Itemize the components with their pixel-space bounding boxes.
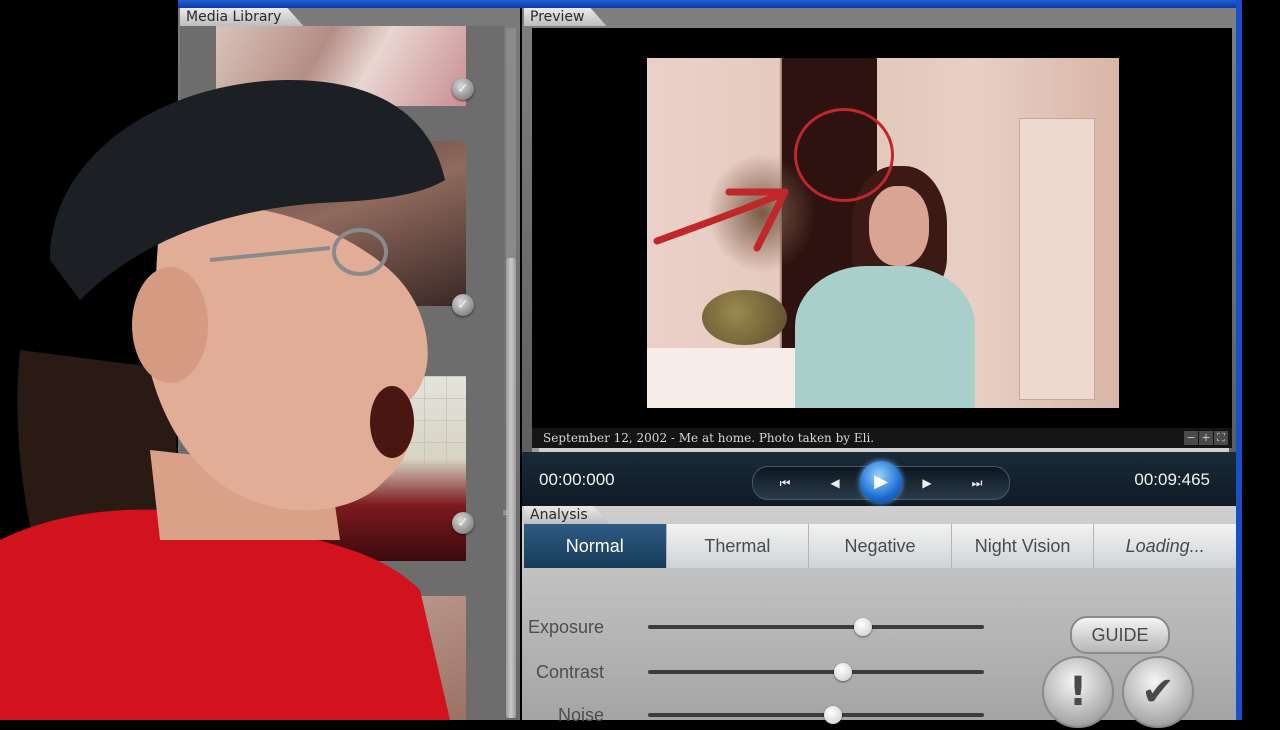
checkmark-icon[interactable]: ✓ — [452, 294, 474, 316]
presenter-shirt — [0, 509, 450, 720]
exposure-label: Exposure — [527, 617, 604, 637]
alert-button[interactable]: ! — [1042, 656, 1114, 728]
contrast-label: Contrast — [535, 662, 604, 682]
exposure-slider-knob[interactable] — [854, 618, 873, 636]
window-frame-right — [1236, 0, 1242, 720]
window-frame-top — [178, 0, 1240, 8]
webcam-overlay — [0, 80, 450, 720]
zoom-controls: − + ⛶ — [1184, 431, 1228, 445]
tab-night-vision[interactable]: Night Vision — [952, 524, 1095, 568]
contrast-slider[interactable] — [648, 663, 984, 681]
analysis-panel: Analysis Normal Thermal Negative Night V… — [522, 506, 1236, 728]
presenter-ear — [132, 267, 208, 383]
preview-photo — [647, 58, 1119, 408]
noise-label: Noise — [557, 705, 604, 725]
analysis-mode-tabs: Normal Thermal Negative Night Vision Loa… — [524, 524, 1236, 568]
noise-slider[interactable] — [648, 706, 984, 724]
confirm-button[interactable]: ✔ — [1122, 656, 1194, 728]
tab-loading[interactable]: Loading... — [1094, 524, 1236, 568]
preview-title: Preview — [524, 8, 607, 26]
contrast-row: Contrast — [522, 657, 1002, 687]
scrollbar-thumb[interactable] — [506, 258, 516, 718]
tab-thermal[interactable]: Thermal — [667, 524, 810, 568]
checkmark-icon[interactable]: ✓ — [452, 78, 474, 100]
playback-controls: ⏮ ◀ ▶ ▶ ⏭ — [752, 461, 1010, 503]
noise-slider-knob[interactable] — [823, 706, 842, 724]
exposure-slider[interactable] — [648, 618, 984, 636]
play-button[interactable]: ▶ — [860, 461, 902, 503]
red-arrow-annotation — [653, 188, 789, 252]
contrast-slider-knob[interactable] — [833, 663, 852, 681]
analysis-title: Analysis — [524, 506, 610, 524]
preview-screen — [532, 28, 1232, 428]
photo-caption-bar: September 12, 2002 - Me at home. Photo t… — [532, 428, 1232, 448]
skip-forward-icon[interactable]: ⏭ — [959, 471, 995, 495]
preview-panel: Preview September 12, 2002 - Me at home.… — [522, 8, 1236, 502]
transport-bar: 00:00:000 ⏮ ◀ ▶ ▶ ⏭ 00:09:465 — [522, 452, 1236, 508]
skip-back-icon[interactable]: ⏮ — [767, 471, 803, 495]
presenter-mouth — [370, 386, 414, 458]
zoom-in-icon[interactable]: + — [1199, 431, 1213, 445]
step-forward-icon[interactable]: ▶ — [909, 471, 945, 495]
guide-button[interactable]: GUIDE — [1070, 616, 1170, 654]
current-time: 00:00:000 — [539, 470, 615, 489]
zoom-out-icon[interactable]: − — [1184, 431, 1198, 445]
tab-normal[interactable]: Normal — [524, 524, 667, 568]
fullscreen-icon[interactable]: ⛶ — [1214, 431, 1228, 445]
tab-negative[interactable]: Negative — [809, 524, 952, 568]
panel-resize-grip-icon[interactable]: ≡ — [502, 508, 510, 519]
total-time: 00:09:465 — [1134, 470, 1210, 489]
exposure-row: Exposure — [522, 612, 1002, 642]
checkmark-icon[interactable]: ✓ — [452, 512, 474, 534]
noise-row: Noise — [522, 700, 1002, 730]
photo-caption: September 12, 2002 - Me at home. Photo t… — [543, 431, 875, 445]
step-back-icon[interactable]: ◀ — [817, 471, 853, 495]
media-library-title: Media Library — [180, 8, 303, 26]
